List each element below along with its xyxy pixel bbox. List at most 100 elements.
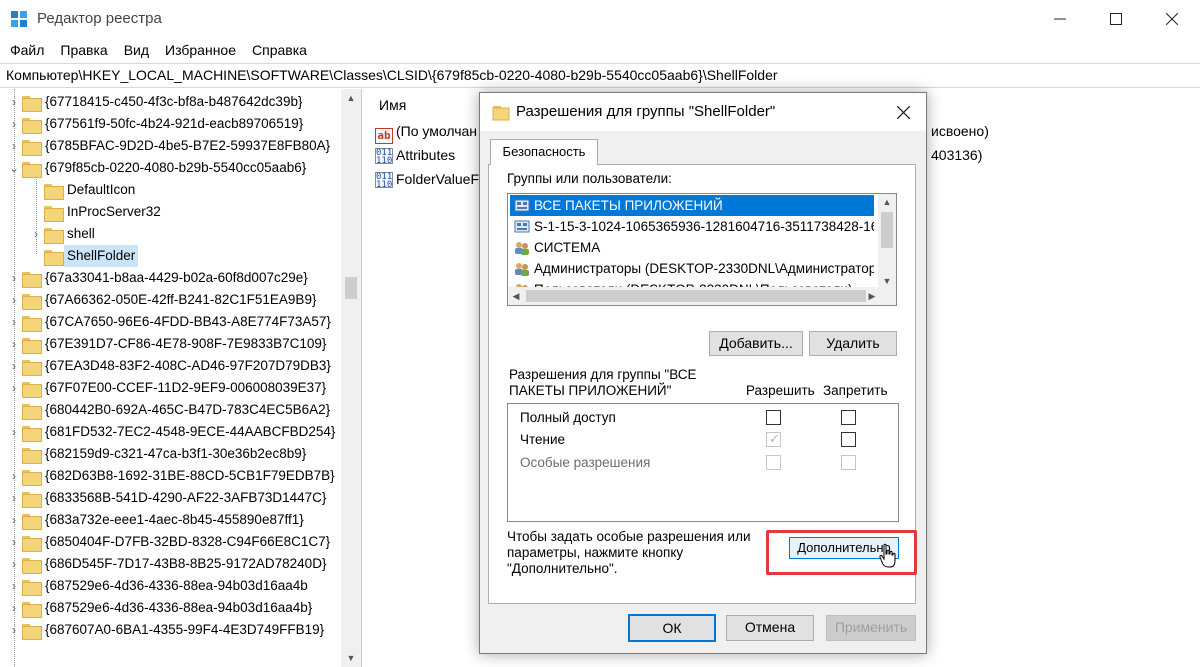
checkmark-icon: ✓ [769,431,780,446]
chevron-right-icon[interactable]: › [8,113,20,135]
tree-item[interactable]: {680442B0-692A-465C-B47D-783C4EC5B6A2} [0,399,342,421]
tree-item-label: {687529e6-4d36-4336-88ea-94b03d16aa4b} [45,600,313,615]
tab-security[interactable]: Безопасность [490,139,598,165]
tree-item[interactable]: › {6785BFAC-9D2D-4be5-B7E2-59937E8FB80A} [0,135,342,157]
tree-scrollbar[interactable]: ▲ ▼ [341,89,361,667]
tree-item-label: {687529e6-4d36-4336-88ea-94b03d16aa4b [45,578,308,593]
tree-item[interactable]: ⌄ {679f85cb-0220-4080-b29b-5540cc05aab6} [0,157,342,179]
tree-item[interactable]: › {6850404F-D7FB-32BD-8328-C94F66E8C1C7} [0,531,342,553]
tree-item[interactable]: › {67A66362-050E-42ff-B241-82C1F51EA9B9} [0,289,342,311]
scrollbar-thumb[interactable] [881,212,893,248]
chevron-right-icon[interactable]: › [8,311,20,333]
column-header-name[interactable]: Имя [379,97,406,113]
scroll-down-icon[interactable]: ▼ [341,649,361,667]
scrollbar-thumb[interactable] [526,290,866,302]
users-scrollbar-horizontal[interactable]: ◀ ▶ [508,287,896,305]
tree-item[interactable]: › {67E391D7-CF86-4E78-908F-7E9833B7C109} [0,333,342,355]
list-item[interactable]: ab (По умолчан [375,120,477,144]
tree-item[interactable]: › {687607A0-6BA1-4355-99F4-4E3D749FFB19} [0,619,342,641]
scroll-left-icon[interactable]: ◀ [508,287,524,305]
menu-edit[interactable]: Правка [60,42,107,58]
chevron-right-icon[interactable]: › [8,333,20,355]
apply-button[interactable]: Применить [826,615,916,641]
dialog-close-button[interactable] [880,93,926,131]
tree-item-label: ShellFolder [64,245,139,267]
string-value-icon: ab [375,128,393,144]
list-item[interactable]: 011 110 FolderValueF [375,168,479,190]
tree-item[interactable]: › shell [0,223,342,245]
folder-icon [492,106,510,121]
tree-item[interactable]: DefaultIcon [0,179,342,201]
remove-button[interactable]: Удалить [809,331,897,356]
read-deny-checkbox[interactable] [841,432,856,447]
tree-item[interactable]: ShellFolder [0,245,342,267]
user-list-item[interactable]: Администраторы (DESKTOP-2330DNL\Админист… [510,258,874,279]
folder-icon [22,380,42,398]
chevron-right-icon[interactable]: › [8,597,20,619]
chevron-right-icon[interactable]: › [8,421,20,443]
chevron-right-icon[interactable]: › [8,487,20,509]
folder-icon [22,600,42,618]
chevron-right-icon[interactable]: › [8,267,20,289]
user-list-item[interactable]: S-1-15-3-1024-1065365936-1281604716-3511… [510,216,874,237]
chevron-down-icon[interactable]: ⌄ [8,157,20,179]
scroll-up-icon[interactable]: ▲ [878,194,896,210]
chevron-right-icon[interactable]: › [8,553,20,575]
ok-button[interactable]: ОК [628,614,716,642]
list-item[interactable]: 011 110 Attributes [375,144,455,166]
chevron-right-icon[interactable]: › [8,91,20,113]
menu-view[interactable]: Вид [124,42,149,58]
menu-favorites[interactable]: Избранное [165,42,236,58]
tree-item[interactable]: {682159d9-c321-47ca-b3f1-30e36b2ec8b9} [0,443,342,465]
dialog-title: Разрешения для группы "ShellFolder" [516,103,776,120]
permissions-list: Полный доступ Чтение ✓ Особые разрешения [507,403,899,522]
tree-item[interactable]: › {67EA3D48-83F2-408C-AD46-97F207D79DB3} [0,355,342,377]
tree-item[interactable]: › {683a732e-eee1-4aec-8b45-455890e87ff1} [0,509,342,531]
chevron-right-icon[interactable]: › [8,465,20,487]
tree-item[interactable]: InProcServer32 [0,201,342,223]
tree-item-label: {67a33041-b8aa-4429-b02a-60f8d007c29e} [45,270,308,285]
chevron-right-icon[interactable]: › [8,377,20,399]
tree-item[interactable]: › {681FD532-7EC2-4548-9ECE-44AABCFBD254} [0,421,342,443]
user-list-item[interactable]: ВСЕ ПАКЕТЫ ПРИЛОЖЕНИЙ [510,195,874,216]
folder-icon [22,402,42,420]
minimize-button[interactable] [1032,0,1088,38]
tree-item[interactable]: › {67CA7650-96E6-4FDD-BB43-A8E774F73A57} [0,311,342,333]
tree-item-label: {682D63B8-1692-31BE-88CD-5CB1F79EDB7B} [45,468,335,483]
scroll-up-icon[interactable]: ▲ [341,89,361,107]
close-window-button[interactable] [1144,0,1200,38]
maximize-button[interactable] [1088,0,1144,38]
permission-row-special: Особые разрешения [520,452,650,474]
users-scrollbar-vertical[interactable]: ▲ ▼ [878,194,896,289]
user-name: СИСТЕМА [534,240,601,255]
add-button[interactable]: Добавить... [709,331,803,356]
chevron-right-icon[interactable]: › [30,223,42,245]
cancel-button[interactable]: Отмена [726,615,814,641]
menu-file[interactable]: Файл [10,42,44,58]
chevron-right-icon[interactable]: › [8,289,20,311]
chevron-right-icon[interactable]: › [8,619,20,641]
scrollbar-thumb[interactable] [345,277,357,299]
chevron-right-icon[interactable]: › [8,135,20,157]
user-list-item[interactable]: СИСТЕМА [510,237,874,258]
tree-item[interactable]: › {6833568B-541D-4290-AF22-3AFB73D1447C} [0,487,342,509]
users-list: ВСЕ ПАКЕТЫ ПРИЛОЖЕНИЙ S-1-15-3-1024-10653… [507,193,897,306]
tree-item[interactable]: › {682D63B8-1692-31BE-88CD-5CB1F79EDB7B} [0,465,342,487]
tree-item-label: {67F07E00-CCEF-11D2-9EF9-006008039E37} [45,380,327,395]
full-control-allow-checkbox[interactable] [766,410,781,425]
chevron-right-icon[interactable]: › [8,509,20,531]
full-control-deny-checkbox[interactable] [841,410,856,425]
tree-item[interactable]: › {67718415-c450-4f3c-bf8a-b487642dc39b} [0,91,342,113]
tree-item[interactable]: › {687529e6-4d36-4336-88ea-94b03d16aa4b [0,575,342,597]
menu-help[interactable]: Справка [252,42,307,58]
tree-item[interactable]: › {687529e6-4d36-4336-88ea-94b03d16aa4b} [0,597,342,619]
tree-item[interactable]: › {67F07E00-CCEF-11D2-9EF9-006008039E37} [0,377,342,399]
tree-item[interactable]: › {67a33041-b8aa-4429-b02a-60f8d007c29e} [0,267,342,289]
read-allow-checkbox[interactable]: ✓ [766,431,781,447]
chevron-right-icon[interactable]: › [8,355,20,377]
tree-item[interactable]: › {677561f9-50fc-4b24-921d-eacb89706519} [0,113,342,135]
tree-item[interactable]: › {686D545F-7D17-43B8-8B25-9172AD78240D} [0,553,342,575]
chevron-right-icon[interactable]: › [8,531,20,553]
chevron-right-icon[interactable]: › [8,575,20,597]
address-bar[interactable]: Компьютер\HKEY_LOCAL_MACHINE\SOFTWARE\Cl… [0,63,1200,88]
